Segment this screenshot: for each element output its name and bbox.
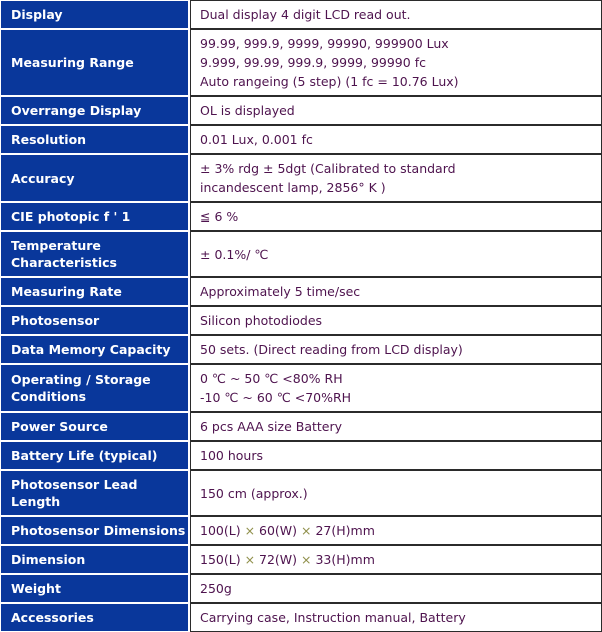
multiply-sign: × [244,552,256,567]
spec-value-cell: 100 hours [190,441,602,470]
spec-label-cell: Display [0,0,190,29]
spec-row: Display Dual display 4 digit LCD read out… [0,0,602,29]
spec-row: Photosensor Dimensions 100(L) × 60(W) × 2… [0,516,602,545]
spec-row: Measuring Rate Approximately 5 time/sec [0,277,602,306]
spec-row: Measuring Range 99.99, 999.9, 9999, 99990… [0,29,602,96]
multiply-sign: × [301,552,312,567]
spec-value-cell: 0 ℃ ~ 50 ℃ <80% RH -10 ℃ ~ 60 ℃ <70%RH [190,364,602,412]
spec-label-cell: Photosensor Lead Length [0,470,190,516]
specifications-table-body: Display Dual display 4 digit LCD read out… [0,0,602,632]
spec-row: Temperature Characteristics ± 0.1%/ ℃ [0,231,602,277]
spec-label-cell: Weight [0,574,190,603]
spec-row: CIE photopic f ' 1 ≦ 6 % [0,202,602,231]
spec-label-cell: Power Source [0,412,190,441]
spec-label-cell: Dimension [0,545,190,574]
spec-value-cell: 0.01 Lux, 0.001 fc [190,125,602,154]
spec-row: Power Source 6 pcs AAA size Battery [0,412,602,441]
spec-row: Overrange Display OL is displayed [0,96,602,125]
spec-value-cell: OL is displayed [190,96,602,125]
spec-row: Weight 250g [0,574,602,603]
spec-label-cell: Temperature Characteristics [0,231,190,277]
spec-label-cell: Resolution [0,125,190,154]
spec-label-cell: Photosensor Dimensions [0,516,190,545]
spec-row: Dimension 150(L) × 72(W) × 33(H)mm [0,545,602,574]
spec-label-cell: Measuring Range [0,29,190,96]
spec-row: Operating / Storage Conditions 0 ℃ ~ 50 ℃… [0,364,602,412]
spec-row: Photosensor Lead Length 150 cm (approx.) [0,470,602,516]
spec-value-cell: Carrying case, Instruction manual, Batte… [190,603,602,632]
spec-label-cell: Accessories [0,603,190,632]
spec-value-cell: ± 3% rdg ± 5dgt (Calibrated to standard … [190,154,602,202]
spec-row: Accuracy ± 3% rdg ± 5dgt (Calibrated to s… [0,154,602,202]
spec-row: Data Memory Capacity 50 sets. (Direct rea… [0,335,602,364]
multiply-sign: × [301,523,312,538]
spec-row: Photosensor Silicon photodiodes [0,306,602,335]
spec-row: Battery Life (typical) 100 hours [0,441,602,470]
spec-value-cell: 99.99, 999.9, 9999, 99990, 999900 Lux 9.… [190,29,602,96]
spec-value-cell: Dual display 4 digit LCD read out. [190,0,602,29]
spec-label-cell: Photosensor [0,306,190,335]
spec-value-cell: 50 sets. (Direct reading from LCD displa… [190,335,602,364]
spec-label-cell: Accuracy [0,154,190,202]
spec-value-cell: 6 pcs AAA size Battery [190,412,602,441]
spec-label-cell: Operating / Storage Conditions [0,364,190,412]
spec-value-cell: 150 cm (approx.) [190,470,602,516]
spec-label-cell: Battery Life (typical) [0,441,190,470]
spec-label-cell: Measuring Rate [0,277,190,306]
spec-value-cell: 250g [190,574,602,603]
spec-row: Accessories Carrying case, Instruction ma… [0,603,602,632]
specifications-table: Display Dual display 4 digit LCD read out… [0,0,602,632]
spec-value-cell: 150(L) × 72(W) × 33(H)mm [190,545,602,574]
spec-value-cell: ≦ 6 % [190,202,602,231]
spec-label-cell: CIE photopic f ' 1 [0,202,190,231]
multiply-sign: × [244,523,256,538]
spec-value-cell: 100(L) × 60(W) × 27(H)mm [190,516,602,545]
spec-row: Resolution 0.01 Lux, 0.001 fc [0,125,602,154]
spec-label-cell: Data Memory Capacity [0,335,190,364]
spec-value-cell: Approximately 5 time/sec [190,277,602,306]
spec-value-cell: ± 0.1%/ ℃ [190,231,602,277]
spec-label-cell: Overrange Display [0,96,190,125]
spec-value-cell: Silicon photodiodes [190,306,602,335]
